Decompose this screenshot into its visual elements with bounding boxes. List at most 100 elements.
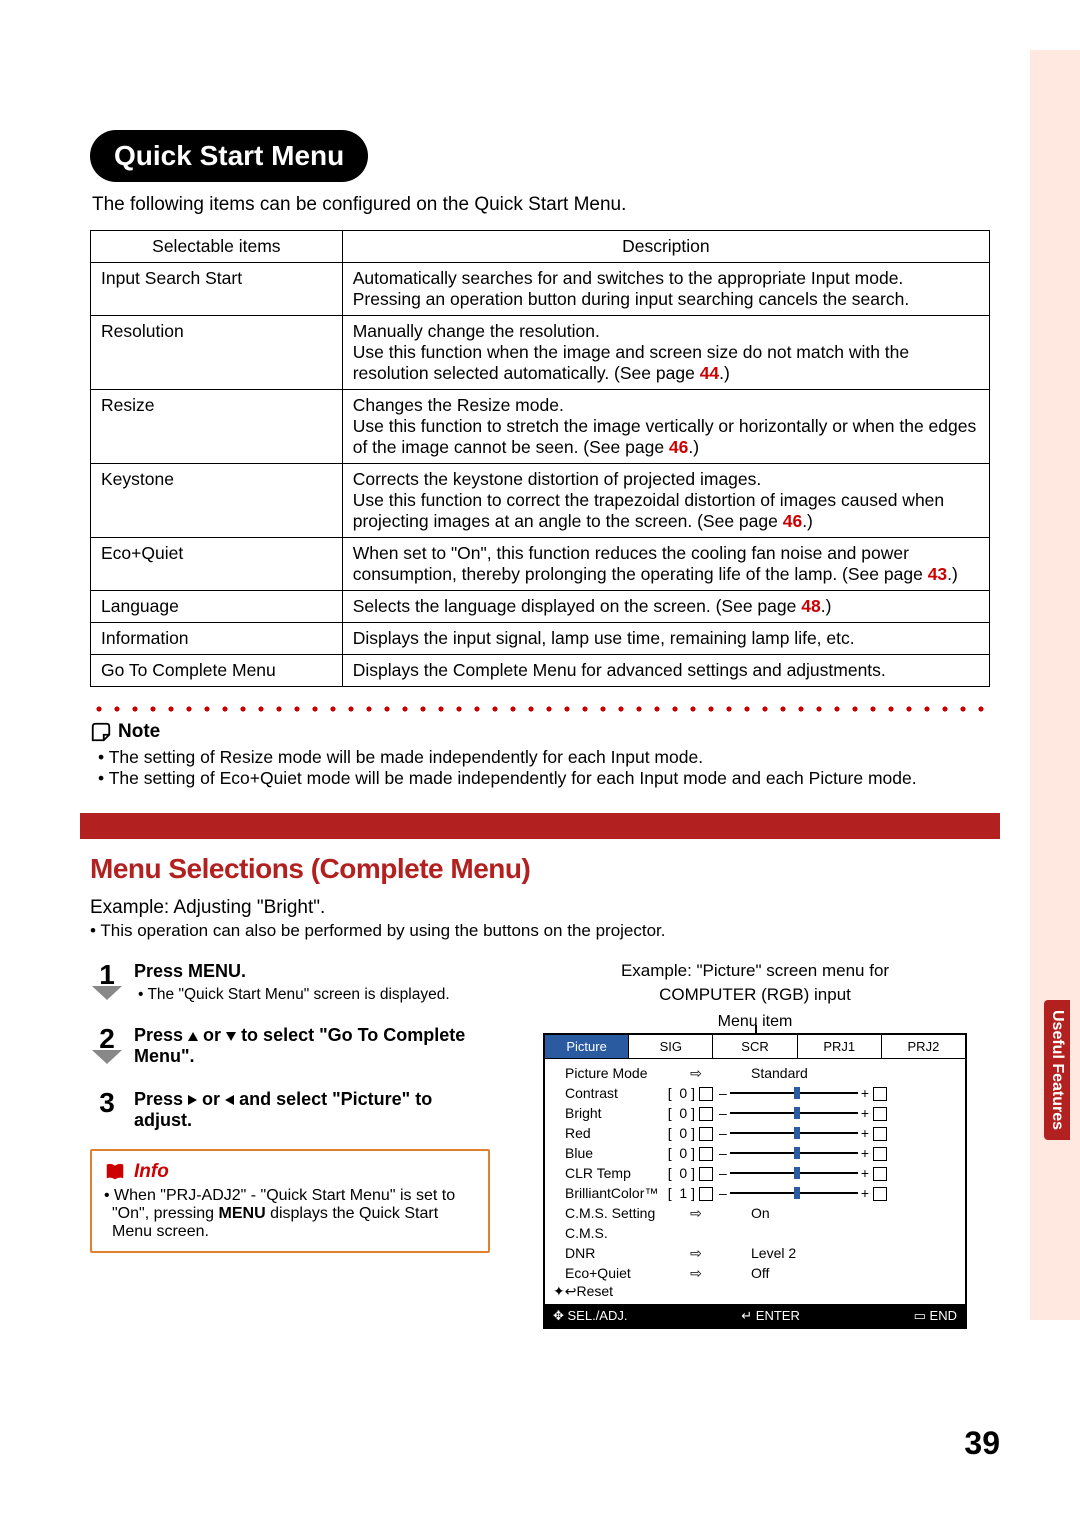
osd-tab: SIG: [629, 1035, 713, 1058]
osd-foot-enter: ↵ ENTER: [741, 1308, 800, 1324]
osd-label: C.M.S. Setting: [551, 1205, 681, 1221]
osd-slider: – +: [719, 1087, 869, 1099]
osd-foot-end: ▭ END: [914, 1308, 957, 1324]
osd-label: Contrast: [551, 1085, 661, 1101]
osd-slider-row: Contrast[ 0 ] – +: [551, 1083, 959, 1103]
slider-left-icon: [699, 1185, 715, 1201]
osd-label: C.M.S.: [551, 1225, 681, 1241]
info-box: Info • When "PRJ-ADJ2" - "Quick Start Me…: [90, 1149, 490, 1253]
table-row: Input Search StartAutomatically searches…: [91, 263, 990, 316]
step-3: 3 Press or and select "Picture" to adjus…: [90, 1089, 490, 1131]
table-cell-desc: Displays the input signal, lamp use time…: [342, 623, 989, 655]
table-cell-desc: Displays the Complete Menu for advanced …: [342, 655, 989, 687]
table-cell-desc: Manually change the resolution.Use this …: [342, 316, 989, 390]
note-item: The setting of Resize mode will be made …: [98, 747, 990, 768]
note-item: The setting of Eco+Quiet mode will be ma…: [98, 768, 990, 789]
osd-label: BrilliantColor™: [551, 1185, 661, 1201]
table-row: KeystoneCorrects the keystone distortion…: [91, 464, 990, 538]
step-1-body: Press MENU. • The "Quick Start Menu" scr…: [134, 961, 490, 1004]
arrow-right-icon: ⇨: [681, 1205, 711, 1222]
table-cell-item: Language: [91, 591, 343, 623]
osd-label: Bright: [551, 1105, 661, 1121]
osd-label: Picture Mode: [551, 1065, 681, 1081]
table-row: Go To Complete MenuDisplays the Complete…: [91, 655, 990, 687]
osd-row-reset: ✦↩Reset: [551, 1283, 959, 1300]
slider-left-icon: [699, 1125, 715, 1141]
step-arrow-icon: [90, 984, 124, 1002]
table-header-items: Selectable items: [91, 231, 343, 263]
slider-right-icon: [873, 1085, 893, 1101]
slider-left-icon: [699, 1165, 715, 1181]
osd-slider: – +: [719, 1107, 869, 1119]
side-tab-useful-features: Useful Features: [1044, 1000, 1070, 1140]
dotted-divider: [90, 705, 990, 713]
osd-value: Standard: [711, 1065, 959, 1081]
section-title-menu-selections: Menu Selections (Complete Menu): [90, 853, 990, 885]
page-ref: 48: [801, 596, 820, 616]
osd-plain-row: Eco+Quiet⇨Off: [551, 1263, 959, 1283]
table-cell-item: Input Search Start: [91, 263, 343, 316]
osd-slider: – +: [719, 1187, 869, 1199]
slider-right-icon: [873, 1145, 893, 1161]
steps-column: 1 Press MENU. • The "Quick Start Menu" s…: [90, 961, 490, 1253]
osd-tab: PRJ2: [882, 1035, 965, 1058]
osd-slider-row: Blue[ 0 ]– +: [551, 1143, 959, 1163]
step-1: 1 Press MENU. • The "Quick Start Menu" s…: [90, 961, 490, 1007]
red-divider-bar: [80, 813, 1000, 839]
osd-foot-sel: ✥ SEL./ADJ.: [553, 1308, 627, 1324]
slider-right-icon: [873, 1105, 893, 1121]
step-1-sub: The "Quick Start Menu" screen is display…: [147, 986, 449, 1003]
note-heading: Note: [90, 721, 990, 743]
osd-slider: – +: [719, 1167, 869, 1179]
osd-value: Level 2: [711, 1245, 959, 1261]
example-line: Example: Adjusting "Bright".: [90, 897, 990, 919]
osd-reset-label: Reset: [576, 1283, 613, 1299]
osd-example-line2: COMPUTER (RGB) input: [520, 985, 990, 1005]
info-heading: Info: [104, 1161, 476, 1183]
osd-slider: – +: [719, 1127, 869, 1139]
osd-label: Eco+Quiet: [551, 1265, 681, 1281]
osd-tab: PRJ1: [798, 1035, 882, 1058]
osd-value: [ 0 ]: [665, 1085, 695, 1101]
info-label: Info: [134, 1161, 169, 1183]
table-row: InformationDisplays the input signal, la…: [91, 623, 990, 655]
slider-left-icon: [699, 1145, 715, 1161]
osd-slider-row: Red[ 0 ]– +: [551, 1123, 959, 1143]
page-ref: 46: [783, 511, 802, 531]
step-3-body: Press or and select "Picture" to adjust.: [134, 1089, 490, 1131]
osd-panel: PictureSIGSCRPRJ1PRJ2 Picture Mode ⇨ Sta…: [543, 1033, 967, 1329]
example-subline-text: This operation can also be performed by …: [100, 921, 665, 940]
table-cell-desc: Selects the language displayed on the sc…: [342, 591, 989, 623]
table-cell-desc: Corrects the keystone distortion of proj…: [342, 464, 989, 538]
osd-slider: – +: [719, 1147, 869, 1159]
table-cell-item: Go To Complete Menu: [91, 655, 343, 687]
table-cell-item: Resolution: [91, 316, 343, 390]
table-row: Eco+QuietWhen set to "On", this function…: [91, 538, 990, 591]
slider-right-icon: [873, 1125, 893, 1141]
slider-left-icon: [699, 1085, 715, 1101]
osd-label: DNR: [551, 1245, 681, 1261]
osd-column: Example: "Picture" screen menu for COMPU…: [520, 961, 990, 1329]
quick-start-table: Selectable items Description Input Searc…: [90, 230, 990, 687]
table-cell-desc: Changes the Resize mode.Use this functio…: [342, 390, 989, 464]
note-list: The setting of Resize mode will be made …: [90, 747, 990, 789]
osd-label: Red: [551, 1125, 661, 1141]
example-subline: • This operation can also be performed b…: [90, 921, 990, 941]
table-row: ResizeChanges the Resize mode.Use this f…: [91, 390, 990, 464]
osd-footer: ✥ SEL./ADJ. ↵ ENTER ▭ END: [545, 1304, 965, 1327]
table-cell-desc: When set to "On", this function reduces …: [342, 538, 989, 591]
step-2: 2 Press or to select "Go To Complete Men…: [90, 1025, 490, 1071]
note-label: Note: [118, 721, 160, 743]
osd-value: [ 0 ]: [665, 1105, 695, 1121]
page-number: 39: [964, 1425, 1000, 1462]
page-ref: 43: [928, 564, 947, 584]
osd-tabs: PictureSIGSCRPRJ1PRJ2: [545, 1035, 965, 1059]
osd-label: Blue: [551, 1145, 661, 1161]
table-cell-item: Resize: [91, 390, 343, 464]
osd-value: [ 1 ]: [665, 1185, 695, 1201]
slider-right-icon: [873, 1185, 893, 1201]
osd-value: On: [711, 1205, 959, 1221]
step-number: 3: [90, 1089, 124, 1117]
osd-tab: Picture: [545, 1035, 629, 1058]
table-row: LanguageSelects the language displayed o…: [91, 591, 990, 623]
